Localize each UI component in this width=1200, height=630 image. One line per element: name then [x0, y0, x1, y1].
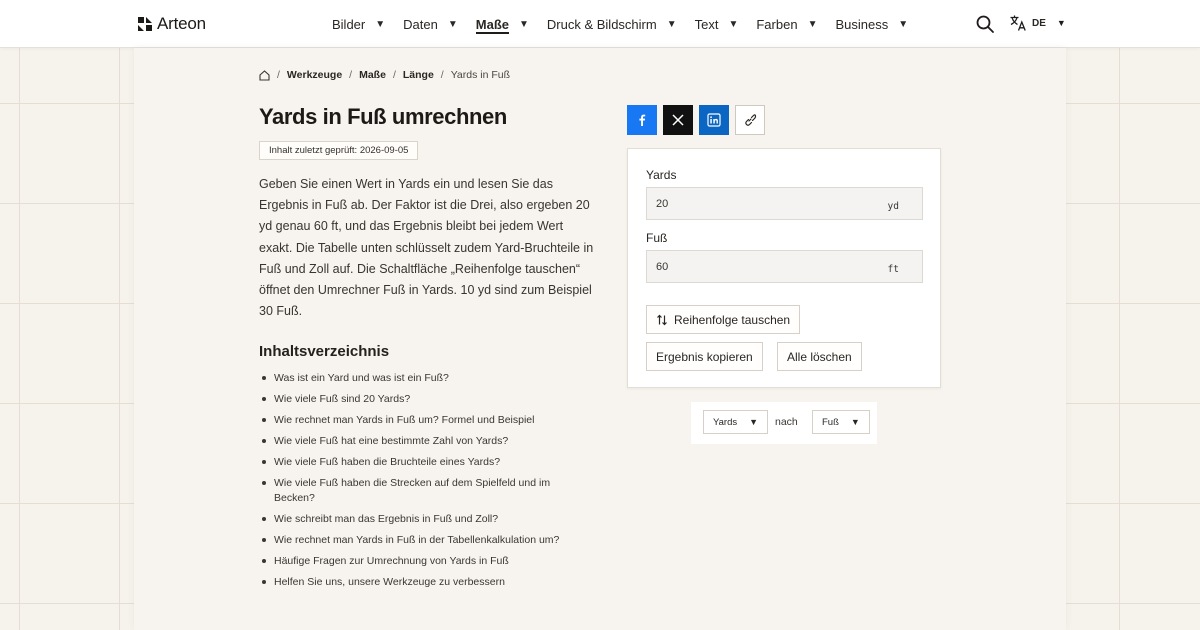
nav-item-farben[interactable]: Farben ▼ [756, 0, 817, 48]
main-nav: Bilder ▼ Daten ▼ Maße ▼ Druck & Bildschi… [332, 0, 926, 48]
yards-field: yd [646, 187, 923, 220]
nav-item-label: Maße [475, 16, 509, 32]
caret-down-icon: ▼ [898, 18, 909, 30]
yards-unit: yd [887, 201, 899, 212]
link-icon [745, 114, 757, 126]
clear-all-button[interactable]: Alle löschen [777, 342, 862, 371]
intro-text: Geben Sie einen Wert in Yards ein und le… [259, 177, 594, 319]
converter-card: Yards yd Fuß ft Reihenfolge tauschen Erg… [627, 148, 941, 388]
nav-item-label: Text [694, 16, 719, 32]
toc-item[interactable]: Wie viele Fuß haben die Strecken auf dem… [259, 476, 559, 505]
breadcrumb-current: Yards in Fuß [450, 69, 511, 81]
nav-item-druck-bildschirm[interactable]: Druck & Bildschirm ▼ [547, 0, 677, 48]
feet-unit: ft [887, 264, 899, 275]
caret-down-icon: ▼ [519, 18, 529, 30]
nav-item-daten[interactable]: Daten ▼ [403, 0, 458, 48]
logo-text: Arteon [157, 14, 206, 33]
toc-item[interactable]: Wie viele Fuß hat eine bestimmte Zahl vo… [259, 434, 589, 449]
nav-item-label: Bilder [332, 16, 366, 32]
copy-link-button[interactable] [735, 105, 765, 135]
caret-down-icon: ▼ [375, 18, 386, 30]
from-unit-select[interactable]: Yards ▼ [703, 410, 769, 434]
toc-heading: Inhaltsverzeichnis [259, 343, 390, 360]
breadcrumb: / Werkzeuge / Maße / Länge / Yards in Fu… [259, 69, 510, 81]
page-title: Yards in Fuß umrechnen [259, 104, 507, 129]
content-panel: / Werkzeuge / Maße / Länge / Yards in Fu… [134, 48, 1066, 630]
share-buttons [627, 105, 765, 135]
breadcrumb-separator: / [440, 69, 444, 81]
nav-item-business[interactable]: Business ▼ [835, 0, 908, 48]
share-x-button[interactable] [663, 105, 693, 135]
search-button[interactable] [975, 14, 995, 34]
language-code: DE [1032, 17, 1046, 29]
breadcrumb-link-laenge[interactable]: Länge [403, 69, 434, 81]
toc-item[interactable]: Helfen Sie uns, unsere Werkzeuge zu verb… [259, 575, 589, 590]
table-of-contents: Was ist ein Yard und was ist ein Fuß? Wi… [259, 371, 589, 596]
to-unit-value: Fuß [822, 416, 839, 428]
feet-field: ft [646, 250, 923, 283]
nav-item-label: Druck & Bildschirm [546, 16, 657, 32]
toc-item[interactable]: Häufige Fragen zur Umrechnung von Yards … [259, 554, 589, 569]
yards-label: Yards [646, 168, 677, 182]
to-unit-select[interactable]: Fuß ▼ [812, 410, 870, 434]
caret-down-icon: ▼ [807, 18, 818, 30]
toc-item[interactable]: Wie viele Fuß haben die Bruchteile eines… [259, 455, 589, 470]
logo-icon [138, 17, 152, 31]
toc-item[interactable]: Was ist ein Yard und was ist ein Fuß? [259, 371, 589, 386]
toc-item[interactable]: Wie schreibt man das Ergebnis in Fuß und… [259, 512, 589, 527]
caret-down-icon: ▼ [1056, 18, 1066, 28]
breadcrumb-link-masse[interactable]: Maße [359, 69, 386, 81]
swap-icon [656, 314, 668, 326]
breadcrumb-separator: / [349, 69, 353, 81]
review-date-badge: Inhalt zuletzt geprüft: 2026-09-05 [259, 141, 419, 160]
direction-selector: Yards ▼ nach Fuß ▼ [691, 402, 877, 444]
swap-order-button[interactable]: Reihenfolge tauschen [646, 305, 801, 334]
nav-item-masse[interactable]: Maße ▼ [476, 0, 529, 48]
caret-down-icon: ▼ [666, 18, 677, 30]
toc-item[interactable]: Wie viele Fuß sind 20 Yards? [259, 392, 589, 407]
direction-connector: nach [775, 416, 798, 428]
caret-down-icon: ▼ [447, 18, 458, 30]
feet-label: Fuß [646, 231, 668, 245]
share-linkedin-button[interactable] [699, 105, 729, 135]
facebook-icon [639, 114, 646, 126]
x-icon [672, 114, 684, 126]
top-navigation-bar: Arteon Bilder ▼ Daten ▼ Maße ▼ Druck & B… [0, 0, 1200, 48]
breadcrumb-link-werkzeuge[interactable]: Werkzeuge [287, 69, 342, 81]
translate-icon [1010, 15, 1026, 31]
nav-item-text[interactable]: Text ▼ [695, 0, 739, 48]
nav-item-label: Business [835, 16, 889, 32]
caret-down-icon: ▼ [850, 417, 860, 427]
caret-down-icon: ▼ [728, 18, 739, 30]
toc-item[interactable]: Wie rechnet man Yards in Fuß um? Formel … [259, 413, 589, 428]
language-selector[interactable]: DE ▼ [1009, 14, 1066, 32]
from-unit-value: Yards [713, 416, 738, 428]
breadcrumb-separator: / [392, 69, 396, 81]
copy-result-button[interactable]: Ergebnis kopieren [646, 342, 763, 371]
feet-input[interactable] [647, 251, 922, 282]
breadcrumb-separator: / [277, 69, 280, 81]
share-facebook-button[interactable] [627, 105, 657, 135]
toc-item[interactable]: Wie rechnet man Yards in Fuß in der Tabe… [259, 533, 589, 548]
home-icon[interactable] [259, 69, 270, 81]
caret-down-icon: ▼ [749, 417, 759, 427]
logo[interactable]: Arteon [137, 14, 206, 34]
nav-item-label: Daten [403, 16, 438, 32]
linkedin-icon [707, 113, 721, 127]
nav-item-label: Farben [756, 16, 798, 32]
swap-order-label: Reihenfolge tauschen [674, 312, 791, 327]
search-icon [976, 15, 994, 33]
nav-item-bilder[interactable]: Bilder ▼ [332, 0, 385, 48]
yards-input[interactable] [647, 188, 922, 219]
